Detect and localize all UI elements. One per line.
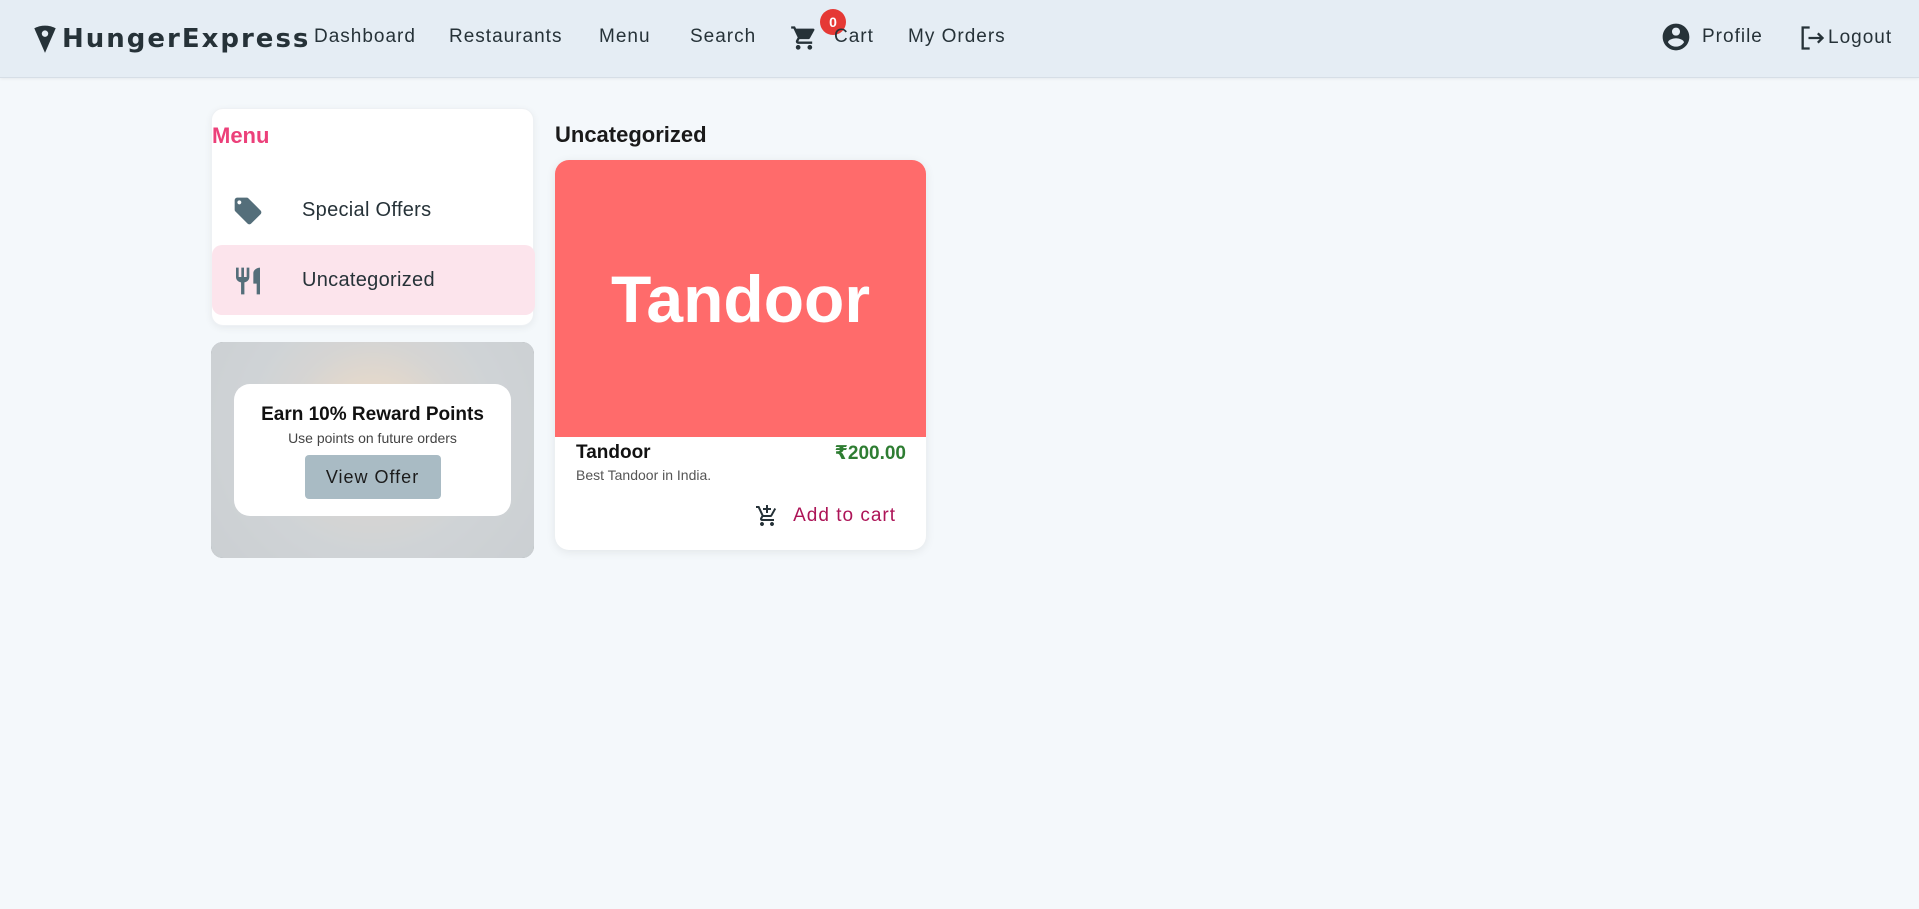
nav-restaurants[interactable]: Restaurants: [449, 26, 562, 48]
logout-label: Logout: [1828, 27, 1893, 48]
add-shopping-cart-icon: [756, 505, 777, 526]
category-uncategorized[interactable]: Uncategorized: [212, 245, 535, 315]
pizza-slice-icon: [34, 25, 56, 53]
fork-knife-icon: [236, 267, 260, 295]
menu-category-card: Menu Special Offers Uncategorized: [211, 108, 535, 326]
add-to-cart-button[interactable]: Add to cart: [755, 504, 896, 528]
nav-my-orders[interactable]: My Orders: [908, 26, 1006, 48]
add-to-cart-label: Add to cart: [793, 505, 896, 526]
promo-banner: Earn 10% Reward Points Use points on fut…: [211, 342, 534, 558]
nav-menu[interactable]: Menu: [599, 26, 651, 48]
product-image-text: Tandoor: [610, 261, 871, 336]
category-label: Uncategorized: [302, 268, 435, 291]
top-navbar: HungerExpress Dashboard Restaurants Menu…: [0, 0, 1919, 78]
cart-label: Cart: [834, 26, 874, 47]
account-circle-icon: [1662, 23, 1690, 51]
profile-label: Profile: [1702, 26, 1763, 47]
promo-title: Earn 10% Reward Points: [261, 404, 484, 425]
product-name: Tandoor: [576, 442, 651, 463]
logout-icon: [1801, 26, 1825, 50]
menu-title: Menu: [212, 123, 270, 148]
category-special-offers[interactable]: Special Offers: [212, 175, 535, 245]
category-label: Special Offers: [302, 198, 432, 221]
logout-link[interactable]: Logout: [1798, 24, 1892, 52]
product-card: Tandoor Tandoor ₹200.00 Best Tandoor in …: [555, 160, 926, 550]
promo-subtitle: Use points on future orders: [288, 430, 457, 446]
brand-name: HungerExpress: [62, 24, 311, 54]
brand-logo[interactable]: HungerExpress: [32, 22, 310, 56]
tag-icon: [234, 197, 262, 225]
section-title: Uncategorized: [555, 122, 707, 147]
product-image[interactable]: Tandoor: [555, 160, 926, 437]
product-price: ₹200.00: [834, 443, 906, 464]
shopping-cart-icon: [791, 26, 815, 50]
view-offer-button[interactable]: View Offer: [304, 455, 441, 499]
profile-link[interactable]: Profile: [1660, 21, 1763, 53]
nav-search[interactable]: Search: [690, 26, 756, 48]
nav-dashboard[interactable]: Dashboard: [314, 26, 416, 48]
promo-box: Earn 10% Reward Points Use points on fut…: [234, 384, 511, 516]
product-description: Best Tandoor in India.: [576, 467, 712, 483]
